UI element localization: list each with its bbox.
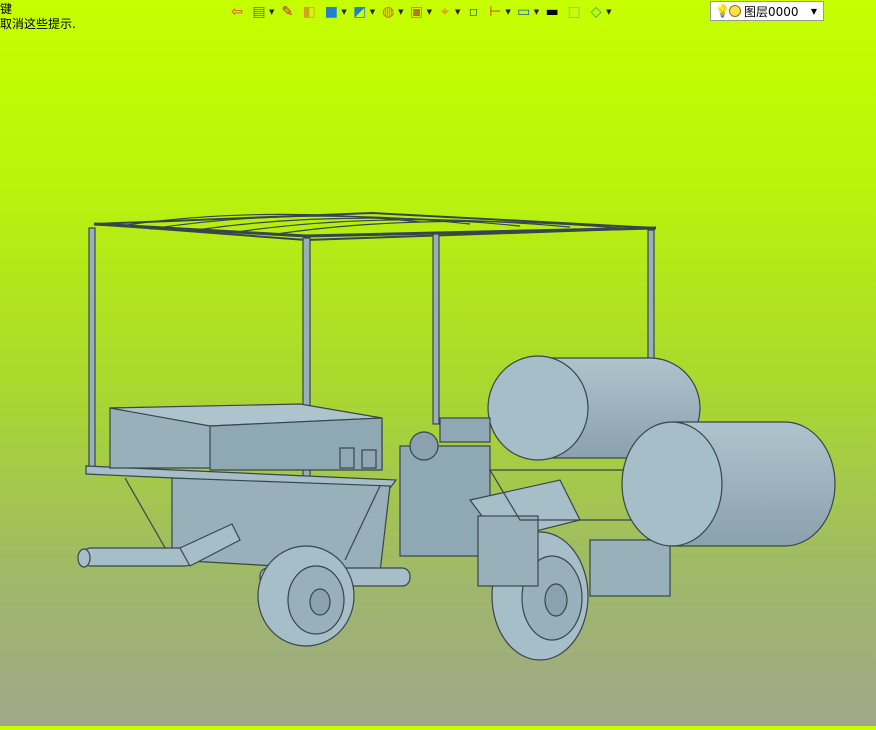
grid-button[interactable]: ▫ bbox=[464, 1, 482, 23]
chevron-down-icon[interactable]: ▼ bbox=[455, 8, 460, 16]
box-button[interactable]: ◧ bbox=[300, 1, 318, 23]
color-swatch-icon: □ bbox=[567, 4, 581, 20]
texture-icon: ▣ bbox=[409, 4, 424, 20]
drum-upper bbox=[487, 355, 589, 461]
view-cube-button[interactable]: ◩ ▼ bbox=[351, 1, 375, 23]
dimension-icon: ⊢ bbox=[489, 4, 502, 20]
top-toolbar: ⇦ ▤ ▼ ✎ ◧ ■ ▼ ◩ ▼ ◍ ▼ ▣ ▼ ⌖ ▼ ▫ ⊢ ▼ ▭ ▼ ▬ □ ◇ ▼ bbox=[228, 0, 612, 24]
solid-box-button[interactable]: ■ ▼ bbox=[322, 1, 347, 23]
chevron-down-icon[interactable]: ▼ bbox=[398, 8, 403, 16]
layer-dropdown-value: 图层0000 bbox=[744, 4, 799, 19]
exit-button[interactable]: ⇦ bbox=[228, 1, 246, 23]
chevron-down-icon[interactable]: ▼ bbox=[811, 7, 817, 16]
vehicle-model bbox=[77, 211, 836, 661]
chevron-down-icon[interactable]: ▼ bbox=[505, 8, 510, 16]
chevron-down-icon[interactable]: ▼ bbox=[534, 8, 539, 16]
color-black-button[interactable]: ▬ bbox=[543, 1, 561, 23]
drum-lower bbox=[621, 421, 723, 547]
plane-layer-button[interactable]: ◇ ▼ bbox=[587, 1, 612, 23]
post-front-left bbox=[88, 227, 96, 473]
hint-text: 键 取消这些提示. bbox=[0, 2, 76, 32]
crosshair-icon: ⌖ bbox=[441, 4, 449, 20]
render-sphere-icon: ◍ bbox=[382, 4, 395, 20]
crosshair-button[interactable]: ⌖ ▼ bbox=[436, 1, 460, 23]
chevron-down-icon[interactable]: ▼ bbox=[606, 8, 611, 16]
chevron-down-icon[interactable]: ▼ bbox=[341, 8, 346, 16]
solid-box-icon: ■ bbox=[324, 4, 338, 20]
monitor-button[interactable]: ▭ ▼ bbox=[515, 1, 539, 23]
layers-button[interactable]: ▤ ▼ bbox=[250, 1, 274, 23]
layer-dropdown[interactable]: 💡 图层0000 ▼ bbox=[710, 1, 824, 21]
chevron-down-icon[interactable]: ▼ bbox=[370, 8, 375, 16]
grid-icon: ▫ bbox=[468, 4, 479, 20]
layers-icon: ▤ bbox=[252, 4, 266, 20]
hint-line-2: 取消这些提示. bbox=[0, 17, 76, 31]
monitor-icon: ▭ bbox=[517, 4, 531, 20]
texture-button[interactable]: ▣ ▼ bbox=[408, 1, 432, 23]
fan bbox=[409, 431, 439, 461]
color-black-icon: ▬ bbox=[545, 4, 559, 20]
dimension-button[interactable]: ⊢ ▼ bbox=[486, 1, 511, 23]
lightbulb-icon[interactable]: 💡 bbox=[715, 4, 730, 18]
3d-viewport[interactable] bbox=[0, 0, 876, 726]
hint-line-1: 键 bbox=[0, 2, 13, 16]
plane-layer-icon: ◇ bbox=[590, 4, 602, 20]
view-cube-icon: ◩ bbox=[353, 4, 367, 20]
exit-icon: ⇦ bbox=[231, 4, 243, 20]
render-sphere-button[interactable]: ◍ ▼ bbox=[379, 1, 404, 23]
drawbar bbox=[81, 547, 195, 567]
box-icon: ◧ bbox=[302, 4, 316, 20]
pencil-icon: ✎ bbox=[281, 4, 294, 20]
color-swatch-button[interactable]: □ bbox=[565, 1, 583, 23]
post-rear-mid bbox=[432, 233, 440, 425]
pencil-button[interactable]: ✎ bbox=[278, 1, 296, 23]
chevron-down-icon[interactable]: ▼ bbox=[269, 8, 274, 16]
layer-color-dot-icon bbox=[729, 5, 741, 17]
chevron-down-icon[interactable]: ▼ bbox=[427, 8, 432, 16]
